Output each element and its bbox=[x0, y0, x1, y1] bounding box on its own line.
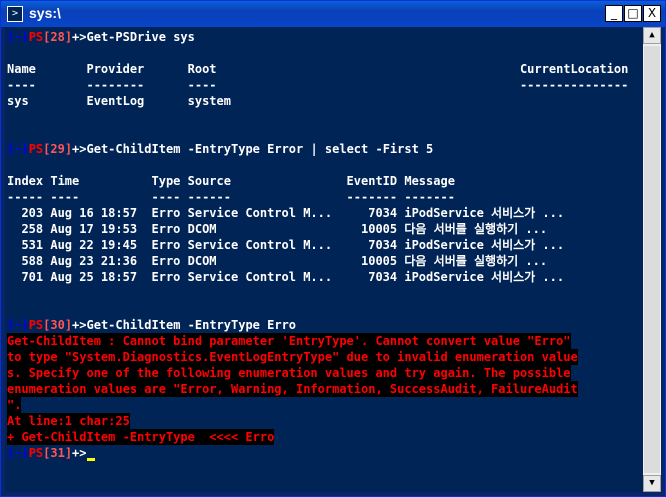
prompt-line: [~]PS[28]+>Get-PSDrive sys bbox=[7, 29, 195, 45]
prompt-line: [~]PS[30]+>Get-ChildItem -EntryType Erro bbox=[7, 317, 296, 333]
event-row: 258 Aug 17 19:53 Erro DCOM 10005 다음 서버를 … bbox=[7, 222, 548, 236]
drive-dashes: ---- -------- ---- --------------- bbox=[7, 78, 629, 92]
command-text: Get-ChildItem -EntryType Error | select … bbox=[86, 142, 434, 156]
minimize-button[interactable]: _ bbox=[605, 5, 623, 22]
prompt-tail: +> bbox=[72, 30, 87, 44]
vertical-scrollbar[interactable]: ▲ ▼ bbox=[643, 27, 661, 492]
command-text: Get-PSDrive sys bbox=[86, 30, 195, 44]
events-header: Index Time Type Source EventID Message bbox=[7, 174, 455, 188]
scroll-up-button[interactable]: ▲ bbox=[643, 27, 661, 44]
prompt-path: [~] bbox=[7, 446, 29, 460]
error-line: ". bbox=[7, 397, 22, 413]
scroll-thumb[interactable] bbox=[644, 46, 660, 473]
prompt-tail: +> bbox=[72, 142, 87, 156]
drive-header: Name Provider Root CurrentLocation bbox=[7, 62, 629, 76]
prompt-line: [~]PS[31]+> bbox=[7, 445, 95, 461]
text-cursor bbox=[86, 458, 95, 461]
prompt-ps: PS bbox=[28, 318, 44, 332]
prompt-ps: PS bbox=[28, 142, 44, 156]
close-button[interactable]: X bbox=[643, 5, 661, 22]
window-title: sys:\ bbox=[29, 5, 61, 21]
error-line: s. Specify one of the following enumerat… bbox=[7, 365, 571, 381]
prompt-ps: PS bbox=[28, 446, 44, 460]
prompt-number: [29] bbox=[43, 142, 73, 156]
title-bar[interactable]: > sys:\ _ □ X bbox=[1, 1, 665, 27]
prompt-number: [30] bbox=[43, 318, 73, 332]
prompt-ps: PS bbox=[28, 30, 44, 44]
prompt-line: [~]PS[29]+>Get-ChildItem -EntryType Erro… bbox=[7, 141, 433, 157]
event-row: 203 Aug 16 18:57 Erro Service Control M.… bbox=[7, 206, 565, 220]
command-text: Get-ChildItem -EntryType Erro bbox=[86, 318, 297, 332]
prompt-path: [~] bbox=[7, 30, 29, 44]
error-line: Get-ChildItem : Cannot bind parameter 'E… bbox=[7, 333, 571, 349]
scroll-down-button[interactable]: ▼ bbox=[643, 475, 661, 492]
prompt-number: [31] bbox=[43, 446, 73, 460]
event-row: 588 Aug 23 21:36 Erro DCOM 10005 다음 서버를 … bbox=[7, 254, 548, 268]
prompt-path: [~] bbox=[7, 142, 29, 156]
event-row: 701 Aug 25 18:57 Erro Service Control M.… bbox=[7, 270, 565, 284]
maximize-button[interactable]: □ bbox=[624, 5, 642, 22]
events-dashes: ----- ---- ---- ------ ------- ------- bbox=[7, 190, 455, 204]
error-line: + Get-ChildItem -EntryType <<<< Erro bbox=[7, 429, 275, 445]
event-row: 531 Aug 22 19:45 Erro Service Control M.… bbox=[7, 238, 565, 252]
console-output[interactable]: [~]PS[28]+>Get-PSDrive sys Name Provider… bbox=[5, 27, 643, 492]
powershell-window: > sys:\ _ □ X [~]PS[28]+>Get-PSDrive sys… bbox=[0, 0, 666, 497]
prompt-path: [~] bbox=[7, 318, 29, 332]
error-line: enumeration values are "Error, Warning, … bbox=[7, 381, 578, 397]
error-line: At line:1 char:25 bbox=[7, 413, 130, 429]
error-line: to type "System.Diagnostics.EventLogEntr… bbox=[7, 349, 578, 365]
prompt-tail: +> bbox=[72, 318, 87, 332]
prompt-tail: +> bbox=[72, 446, 87, 460]
drive-row: sys EventLog system bbox=[7, 94, 231, 108]
prompt-number: [28] bbox=[43, 30, 73, 44]
powershell-icon: > bbox=[7, 6, 23, 22]
